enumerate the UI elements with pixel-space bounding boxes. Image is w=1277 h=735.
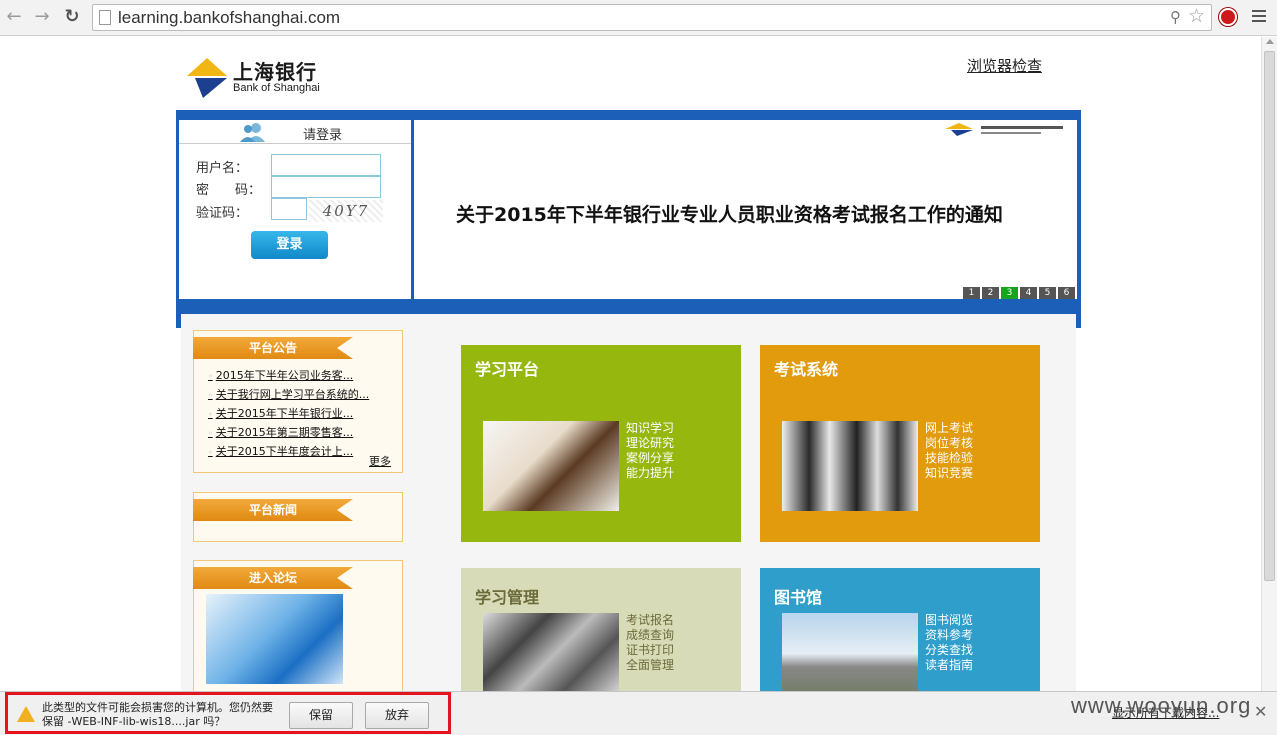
banner-headline[interactable]: 关于2015年下半年银行业专业人员职业资格考试报名工作的通知 xyxy=(456,200,1003,227)
tile-link[interactable]: 能力提升 xyxy=(626,466,674,481)
forum-title[interactable]: 进入论坛 xyxy=(193,567,353,589)
tile-photo xyxy=(782,613,918,691)
banner-bank-logo xyxy=(945,123,1063,136)
page-icon xyxy=(99,10,111,25)
banner-page-1[interactable]: 1 xyxy=(963,287,980,299)
close-icon[interactable]: ✕ xyxy=(1254,702,1267,721)
notice-title: 平台公告 xyxy=(193,337,353,359)
forum-image[interactable] xyxy=(206,594,343,684)
logo-chinese-name: 上海银行 xyxy=(233,60,317,84)
scroll-up-icon[interactable] xyxy=(1266,39,1274,44)
tile-photo xyxy=(483,613,619,691)
notice-item[interactable]: 关于2015年下半年银行业... xyxy=(208,405,369,424)
download-warning-text: 此类型的文件可能会损害您的计算机。您仍然要保留 -WEB-INF-lib-wis… xyxy=(42,701,273,728)
bookmark-star-icon[interactable]: ☆ xyxy=(1188,5,1205,27)
banner-page-3[interactable]: 3 xyxy=(1001,287,1018,299)
forward-arrow-icon[interactable]: → xyxy=(32,7,52,27)
news-title[interactable]: 平台新闻 xyxy=(193,499,353,521)
tile-exam-system[interactable]: 考试系统 网上考试 岗位考核 技能检验 知识竞赛 xyxy=(760,345,1040,542)
banner-page-4[interactable]: 4 xyxy=(1020,287,1037,299)
tile-link[interactable]: 全面管理 xyxy=(626,658,674,673)
banner-pager: 1 2 3 4 5 6 xyxy=(961,287,1075,299)
captcha-input[interactable] xyxy=(271,198,307,220)
tile-link[interactable]: 技能检验 xyxy=(925,451,973,466)
reload-icon[interactable]: ↻ xyxy=(62,7,82,27)
users-icon xyxy=(240,123,265,142)
username-label: 用户名： xyxy=(196,161,249,176)
login-title: 请登录 xyxy=(303,128,343,143)
keep-button[interactable]: 保留 xyxy=(289,702,353,729)
tile-library[interactable]: 图书馆 图书阅览 资料参考 分类查找 读者指南 xyxy=(760,568,1040,691)
forum-panel: 进入论坛 xyxy=(193,560,403,691)
notice-item[interactable]: 2015年下半年公司业务客... xyxy=(208,367,369,386)
back-arrow-icon[interactable]: ← xyxy=(4,7,24,27)
login-panel: 请登录 用户名： 密 码： 验证码： 40Y7 登录 xyxy=(179,120,411,299)
username-input[interactable] xyxy=(271,154,381,176)
main-frame: 请登录 用户名： 密 码： 验证码： 40Y7 登录 关于2015年下半年银行业… xyxy=(176,110,1081,328)
tile-link[interactable]: 理论研究 xyxy=(626,436,674,451)
tile-title: 学习管理 xyxy=(475,588,540,607)
tile-study-platform[interactable]: 学习平台 知识学习 理论研究 案例分享 能力提升 xyxy=(461,345,741,542)
tile-link[interactable]: 知识竞赛 xyxy=(925,466,973,481)
bank-logo[interactable]: 上海银行 Bank of Shanghai xyxy=(185,56,345,100)
page-viewport: 上海银行 Bank of Shanghai 浏览器检查 请登录 用户名： 密 码… xyxy=(0,37,1261,691)
more-link[interactable]: 更多 xyxy=(369,453,391,469)
warning-icon xyxy=(17,706,35,722)
tile-link[interactable]: 网上考试 xyxy=(925,421,973,436)
tile-links: 考试报名 成绩查询 证书打印 全面管理 xyxy=(626,613,674,673)
tile-link[interactable]: 岗位考核 xyxy=(925,436,973,451)
watermark: www.wooyun.org xyxy=(1071,693,1252,718)
vertical-scrollbar[interactable] xyxy=(1261,37,1277,691)
tile-photo xyxy=(483,421,619,511)
tile-title: 考试系统 xyxy=(774,360,839,379)
tile-photo xyxy=(782,421,918,511)
browser-check-link[interactable]: 浏览器检查 xyxy=(967,55,1042,76)
download-bar: 此类型的文件可能会损害您的计算机。您仍然要保留 -WEB-INF-lib-wis… xyxy=(0,691,1277,735)
notice-list: 2015年下半年公司业务客... 关于我行网上学习平台系统的... 关于2015… xyxy=(208,367,370,462)
tile-title: 图书馆 xyxy=(774,588,823,607)
banner-page-2[interactable]: 2 xyxy=(982,287,999,299)
extension-icon[interactable] xyxy=(1219,8,1237,26)
tile-links: 知识学习 理论研究 案例分享 能力提升 xyxy=(626,421,674,481)
tile-link[interactable]: 证书打印 xyxy=(626,643,674,658)
tile-link[interactable]: 考试报名 xyxy=(626,613,674,628)
browser-toolbar: ← → ↻ learning.bankofshanghai.com ⚲ ☆ xyxy=(0,0,1277,36)
bank-logo-icon xyxy=(187,58,227,98)
login-header: 请登录 xyxy=(179,120,411,144)
magnifier-icon[interactable]: ⚲ xyxy=(1170,8,1181,26)
tile-link[interactable]: 成绩查询 xyxy=(626,628,674,643)
notice-item[interactable]: 关于2015年第三期零售客... xyxy=(208,424,369,443)
address-bar[interactable]: learning.bankofshanghai.com ⚲ ☆ xyxy=(92,4,1212,31)
news-banner[interactable]: 关于2015年下半年银行业专业人员职业资格考试报名工作的通知 1 2 3 4 5… xyxy=(414,120,1077,299)
tile-link[interactable]: 图书阅览 xyxy=(925,613,973,628)
captcha-image[interactable]: 40Y7 xyxy=(309,200,383,222)
tile-title: 学习平台 xyxy=(475,360,540,379)
url-text[interactable]: learning.bankofshanghai.com xyxy=(118,8,340,28)
logo-english-name: Bank of Shanghai xyxy=(233,82,320,94)
discard-button[interactable]: 放弃 xyxy=(365,702,429,729)
tile-link[interactable]: 资料参考 xyxy=(925,628,973,643)
scrollbar-thumb[interactable] xyxy=(1264,51,1275,581)
notice-item[interactable]: 关于我行网上学习平台系统的... xyxy=(208,386,370,405)
password-input[interactable] xyxy=(271,176,381,198)
menu-icon[interactable] xyxy=(1252,7,1266,25)
tile-link[interactable]: 分类查找 xyxy=(925,643,973,658)
captcha-label: 验证码： xyxy=(196,206,249,221)
tile-link[interactable]: 读者指南 xyxy=(925,658,973,673)
tile-learning-management[interactable]: 学习管理 考试报名 成绩查询 证书打印 全面管理 xyxy=(461,568,741,691)
tile-links: 网上考试 岗位考核 技能检验 知识竞赛 xyxy=(925,421,973,481)
tile-links: 图书阅览 资料参考 分类查找 读者指南 xyxy=(925,613,973,673)
news-panel: 平台新闻 xyxy=(193,492,403,542)
download-warning: 此类型的文件可能会损害您的计算机。您仍然要保留 -WEB-INF-lib-wis… xyxy=(5,692,451,734)
password-label: 密 码： xyxy=(196,183,262,198)
notice-panel: 平台公告 2015年下半年公司业务客... 关于我行网上学习平台系统的... 关… xyxy=(193,330,403,473)
banner-page-6[interactable]: 6 xyxy=(1058,287,1075,299)
tile-link[interactable]: 案例分享 xyxy=(626,451,674,466)
notice-item[interactable]: 关于2015下半年度会计上... xyxy=(208,443,369,462)
banner-page-5[interactable]: 5 xyxy=(1039,287,1056,299)
tile-link[interactable]: 知识学习 xyxy=(626,421,674,436)
login-button[interactable]: 登录 xyxy=(251,231,328,259)
